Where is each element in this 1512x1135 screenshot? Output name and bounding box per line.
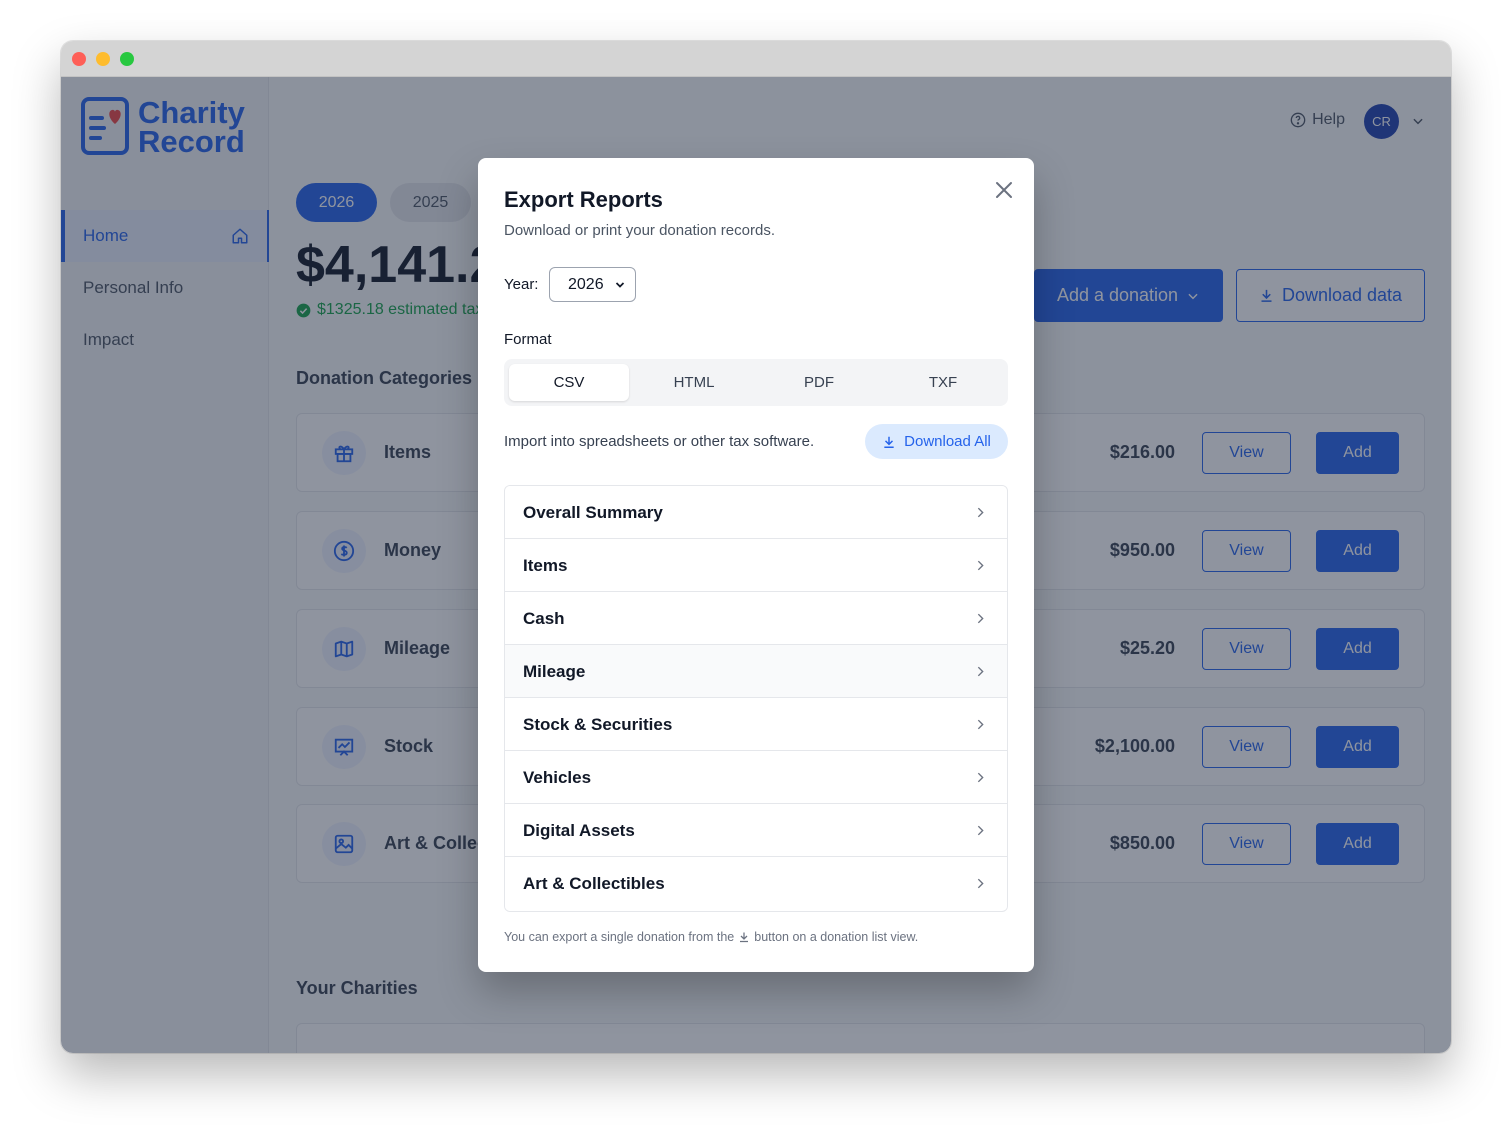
tab-html[interactable]: HTML: [634, 364, 754, 401]
modal-subtitle: Download or print your donation records.: [504, 222, 775, 239]
footer-note: You can export a single donation from th…: [504, 930, 918, 944]
download-icon: [884, 436, 894, 448]
report-item-digital-assets[interactable]: Digital Assets: [505, 804, 1007, 857]
format-description: Import into spreadsheets or other tax so…: [504, 433, 815, 450]
chevron-right-icon: [977, 878, 984, 889]
modal-title: Export Reports: [504, 187, 663, 212]
close-window-button[interactable]: [72, 52, 86, 66]
footer-note-text-after: button on a donation list view.: [754, 930, 919, 944]
download-icon: [740, 932, 749, 943]
maximize-window-button[interactable]: [120, 52, 134, 66]
report-item-stock-securities[interactable]: Stock & Securities: [505, 698, 1007, 751]
report-item-vehicles[interactable]: Vehicles: [505, 751, 1007, 804]
year-select[interactable]: 2026: [549, 267, 636, 302]
minimize-window-button[interactable]: [96, 52, 110, 66]
chevron-right-icon: [977, 772, 984, 783]
chevron-right-icon: [977, 666, 984, 677]
export-reports-modal: Export Reports Download or print your do…: [478, 158, 1034, 972]
download-all-button[interactable]: Download All: [865, 424, 1008, 459]
report-list: Overall Summary Items Cash Mileage Stock…: [504, 485, 1008, 912]
year-select-value: 2026: [568, 276, 604, 293]
report-item-mileage[interactable]: Mileage: [505, 645, 1007, 698]
title-bar: [61, 41, 1451, 77]
report-item-label: Mileage: [523, 662, 586, 681]
report-item-items[interactable]: Items: [505, 539, 1007, 592]
report-item-label: Stock & Securities: [523, 715, 673, 734]
footer-note-text-before: You can export a single donation from th…: [504, 930, 735, 944]
report-item-label: Vehicles: [523, 768, 592, 787]
format-tabs: CSV HTML PDF TXF: [504, 359, 1008, 406]
chevron-right-icon: [977, 613, 984, 624]
chevron-right-icon: [977, 507, 984, 518]
chevron-right-icon: [977, 825, 984, 836]
report-item-label: Overall Summary: [523, 503, 663, 522]
close-icon[interactable]: [992, 178, 1016, 202]
chevron-down-icon: [615, 282, 625, 288]
report-item-label: Cash: [523, 609, 565, 628]
year-label: Year:: [504, 276, 539, 293]
tab-txf[interactable]: TXF: [883, 364, 1003, 401]
report-item-overall-summary[interactable]: Overall Summary: [505, 486, 1007, 539]
report-item-label: Items: [523, 556, 568, 575]
report-item-cash[interactable]: Cash: [505, 592, 1007, 645]
report-item-label: Digital Assets: [523, 821, 635, 840]
chevron-right-icon: [977, 560, 984, 571]
download-all-label: Download All: [904, 433, 991, 450]
format-label: Format: [504, 331, 552, 348]
tab-pdf[interactable]: PDF: [759, 364, 879, 401]
report-item-art-collectibles[interactable]: Art & Collectibles: [505, 857, 1007, 910]
tab-csv[interactable]: CSV: [509, 364, 629, 401]
report-item-label: Art & Collectibles: [523, 874, 665, 893]
chevron-right-icon: [977, 719, 984, 730]
